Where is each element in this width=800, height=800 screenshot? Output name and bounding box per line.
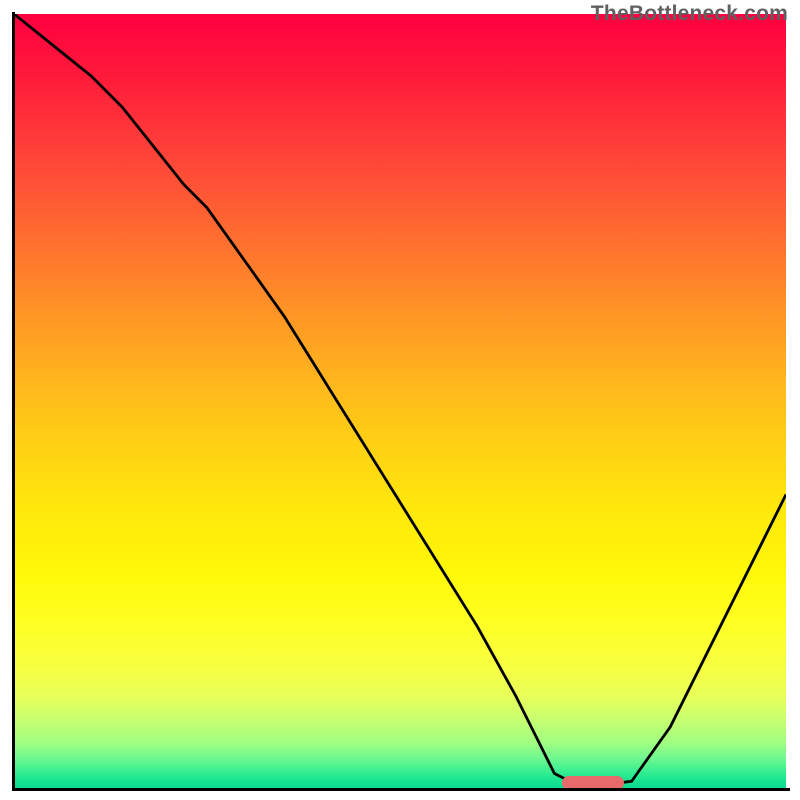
- curve-svg: [14, 14, 786, 789]
- y-axis: [12, 12, 15, 790]
- chart-container: TheBottleneck.com: [0, 0, 800, 800]
- watermark-text: TheBottleneck.com: [591, 2, 788, 26]
- x-axis: [12, 788, 790, 791]
- bottleneck-curve: [14, 14, 786, 785]
